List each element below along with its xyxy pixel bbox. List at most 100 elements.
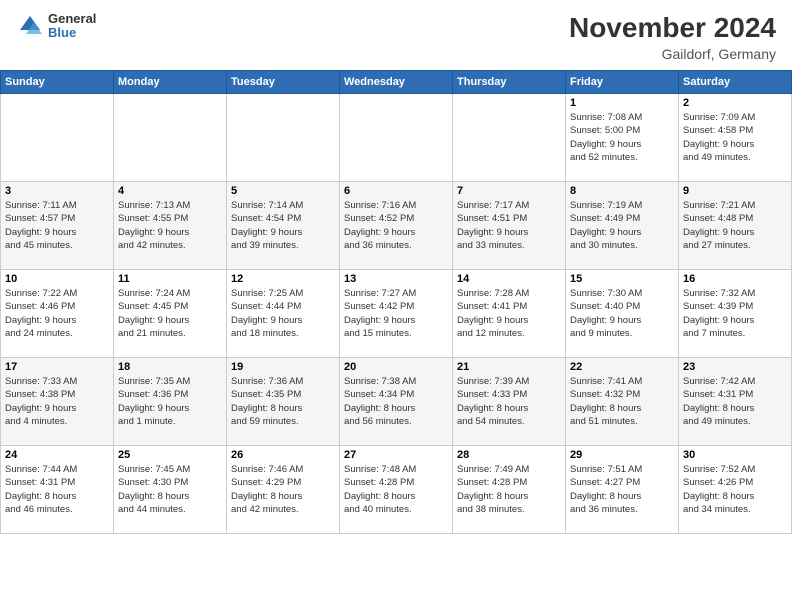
logo-general-text: General [48,12,96,26]
month-title: November 2024 [569,12,776,44]
logo: General Blue [16,12,96,41]
calendar-cell: 15Sunrise: 7:30 AM Sunset: 4:40 PM Dayli… [566,270,679,358]
day-info: Sunrise: 7:21 AM Sunset: 4:48 PM Dayligh… [683,199,787,252]
day-info: Sunrise: 7:09 AM Sunset: 4:58 PM Dayligh… [683,111,787,164]
calendar-cell [227,94,340,182]
calendar-cell: 7Sunrise: 7:17 AM Sunset: 4:51 PM Daylig… [453,182,566,270]
calendar-cell: 27 Sunrise: 7:48 AM Sunset: 4:28 PM Dayli… [340,446,453,534]
day-info: Sunrise: 7:13 AM Sunset: 4:55 PM Dayligh… [118,199,222,252]
day-number: 20 [344,361,448,373]
calendar-cell [453,94,566,182]
day-info: Sunrise: 7:38 AM Sunset: 4:34 PM Dayligh… [344,375,448,428]
day-info: Sunrise: 7:16 AM Sunset: 4:52 PM Dayligh… [344,199,448,252]
calendar-cell: 25 Sunrise: 7:45 AM Sunset: 4:30 PM Dayli… [114,446,227,534]
calendar-cell: 19Sunrise: 7:36 AM Sunset: 4:35 PM Dayli… [227,358,340,446]
calendar-cell: 16 Sunrise: 7:32 AM Sunset: 4:39 PM Dayli… [679,270,792,358]
day-number: 7 [457,185,561,197]
header: General Blue November 2024 Gaildorf, Ger… [0,0,792,70]
day-number: 26 [231,449,335,461]
day-number: 30 [683,449,787,461]
calendar-cell: 12Sunrise: 7:25 AM Sunset: 4:44 PM Dayli… [227,270,340,358]
calendar-cell: 10 Sunrise: 7:22 AM Sunset: 4:46 PM Dayli… [1,270,114,358]
calendar-week-3: 10 Sunrise: 7:22 AM Sunset: 4:46 PM Dayli… [1,270,792,358]
day-header-sunday: Sunday [1,71,114,94]
day-info: Sunrise: 7:28 AM Sunset: 4:41 PM Dayligh… [457,287,561,340]
day-number: 14 [457,273,561,285]
day-info: Sunrise: 7:11 AM Sunset: 4:57 PM Dayligh… [5,199,109,252]
calendar-cell: 26Sunrise: 7:46 AM Sunset: 4:29 PM Dayli… [227,446,340,534]
day-number: 28 [457,449,561,461]
calendar-header-row: SundayMondayTuesdayWednesdayThursdayFrid… [1,71,792,94]
calendar-cell: 5 Sunrise: 7:14 AM Sunset: 4:54 PM Daylig… [227,182,340,270]
day-number: 17 [5,361,109,373]
calendar-cell: 13 Sunrise: 7:27 AM Sunset: 4:42 PM Dayli… [340,270,453,358]
calendar-cell [1,94,114,182]
day-header-monday: Monday [114,71,227,94]
day-info: Sunrise: 7:52 AM Sunset: 4:26 PM Dayligh… [683,463,787,516]
calendar-week-1: 1 Sunrise: 7:08 AM Sunset: 5:00 PM Daylig… [1,94,792,182]
day-info: Sunrise: 7:35 AM Sunset: 4:36 PM Dayligh… [118,375,222,428]
calendar-cell: 4Sunrise: 7:13 AM Sunset: 4:55 PM Daylig… [114,182,227,270]
calendar-cell: 1 Sunrise: 7:08 AM Sunset: 5:00 PM Daylig… [566,94,679,182]
day-info: Sunrise: 7:24 AM Sunset: 4:45 PM Dayligh… [118,287,222,340]
day-info: Sunrise: 7:27 AM Sunset: 4:42 PM Dayligh… [344,287,448,340]
day-number: 27 [344,449,448,461]
day-number: 25 [118,449,222,461]
calendar-body: 1 Sunrise: 7:08 AM Sunset: 5:00 PM Daylig… [1,94,792,534]
location: Gaildorf, Germany [569,46,776,62]
day-number: 15 [570,273,674,285]
day-number: 23 [683,361,787,373]
day-info: Sunrise: 7:42 AM Sunset: 4:31 PM Dayligh… [683,375,787,428]
day-header-wednesday: Wednesday [340,71,453,94]
day-number: 22 [570,361,674,373]
day-info: Sunrise: 7:32 AM Sunset: 4:39 PM Dayligh… [683,287,787,340]
calendar-cell: 21 Sunrise: 7:39 AM Sunset: 4:33 PM Dayli… [453,358,566,446]
calendar-cell: 8 Sunrise: 7:19 AM Sunset: 4:49 PM Daylig… [566,182,679,270]
calendar-week-4: 17 Sunrise: 7:33 AM Sunset: 4:38 PM Dayli… [1,358,792,446]
calendar-cell: 22 Sunrise: 7:41 AM Sunset: 4:32 PM Dayli… [566,358,679,446]
day-info: Sunrise: 7:51 AM Sunset: 4:27 PM Dayligh… [570,463,674,516]
day-number: 9 [683,185,787,197]
calendar-cell [340,94,453,182]
calendar-week-5: 24 Sunrise: 7:44 AM Sunset: 4:31 PM Dayli… [1,446,792,534]
day-number: 5 [231,185,335,197]
day-number: 29 [570,449,674,461]
day-number: 13 [344,273,448,285]
day-info: Sunrise: 7:48 AM Sunset: 4:28 PM Dayligh… [344,463,448,516]
title-area: November 2024 Gaildorf, Germany [569,12,776,62]
day-number: 8 [570,185,674,197]
day-number: 12 [231,273,335,285]
day-info: Sunrise: 7:22 AM Sunset: 4:46 PM Dayligh… [5,287,109,340]
day-info: Sunrise: 7:36 AM Sunset: 4:35 PM Dayligh… [231,375,335,428]
day-number: 3 [5,185,109,197]
calendar-cell: 9 Sunrise: 7:21 AM Sunset: 4:48 PM Daylig… [679,182,792,270]
calendar-cell: 24 Sunrise: 7:44 AM Sunset: 4:31 PM Dayli… [1,446,114,534]
day-info: Sunrise: 7:14 AM Sunset: 4:54 PM Dayligh… [231,199,335,252]
calendar-cell: 17 Sunrise: 7:33 AM Sunset: 4:38 PM Dayli… [1,358,114,446]
day-number: 16 [683,273,787,285]
logo-icon [16,12,44,40]
day-info: Sunrise: 7:33 AM Sunset: 4:38 PM Dayligh… [5,375,109,428]
calendar-cell: 28 Sunrise: 7:49 AM Sunset: 4:28 PM Dayli… [453,446,566,534]
day-info: Sunrise: 7:39 AM Sunset: 4:33 PM Dayligh… [457,375,561,428]
day-number: 1 [570,97,674,109]
day-info: Sunrise: 7:44 AM Sunset: 4:31 PM Dayligh… [5,463,109,516]
calendar-cell: 14 Sunrise: 7:28 AM Sunset: 4:41 PM Dayli… [453,270,566,358]
calendar-cell: 3 Sunrise: 7:11 AM Sunset: 4:57 PM Daylig… [1,182,114,270]
calendar-week-2: 3 Sunrise: 7:11 AM Sunset: 4:57 PM Daylig… [1,182,792,270]
day-number: 18 [118,361,222,373]
day-header-friday: Friday [566,71,679,94]
calendar-cell: 29 Sunrise: 7:51 AM Sunset: 4:27 PM Dayli… [566,446,679,534]
day-info: Sunrise: 7:41 AM Sunset: 4:32 PM Dayligh… [570,375,674,428]
day-info: Sunrise: 7:08 AM Sunset: 5:00 PM Dayligh… [570,111,674,164]
day-number: 24 [5,449,109,461]
day-header-saturday: Saturday [679,71,792,94]
calendar-cell: 18 Sunrise: 7:35 AM Sunset: 4:36 PM Dayli… [114,358,227,446]
day-info: Sunrise: 7:19 AM Sunset: 4:49 PM Dayligh… [570,199,674,252]
day-number: 2 [683,97,787,109]
day-number: 10 [5,273,109,285]
day-info: Sunrise: 7:45 AM Sunset: 4:30 PM Dayligh… [118,463,222,516]
day-number: 21 [457,361,561,373]
calendar-cell: 20 Sunrise: 7:38 AM Sunset: 4:34 PM Dayli… [340,358,453,446]
day-info: Sunrise: 7:49 AM Sunset: 4:28 PM Dayligh… [457,463,561,516]
